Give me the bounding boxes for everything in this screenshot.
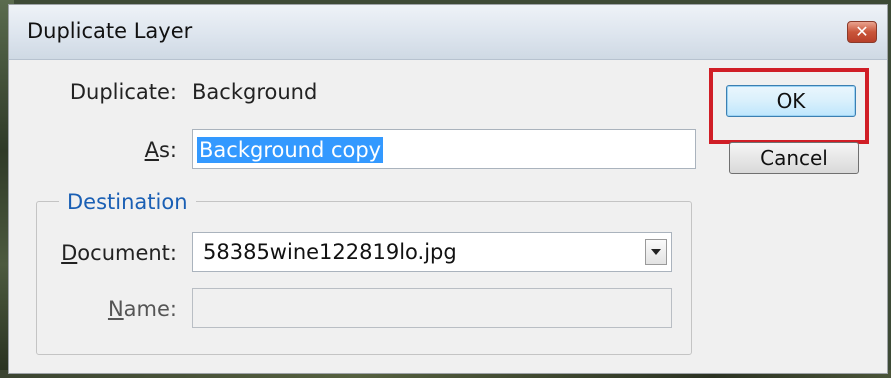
as-input-selected-text: Background copy [197, 137, 384, 163]
close-icon: ✕ [855, 22, 869, 41]
document-label: Document: [49, 241, 177, 265]
as-label: As: [109, 138, 177, 162]
as-label-accel: A [144, 138, 159, 162]
duplicate-label: Duplicate: [69, 80, 177, 104]
document-label-accel: D [61, 241, 78, 265]
dialog-title: Duplicate Layer [27, 19, 193, 43]
document-select[interactable]: 58385wine122819lo.jpg [192, 232, 672, 272]
ok-button[interactable]: OK [726, 85, 856, 117]
title-bar: Duplicate Layer ✕ [9, 5, 887, 60]
chevron-down-icon[interactable] [645, 239, 667, 265]
document-label-rest: ocument: [77, 241, 177, 265]
duplicate-value: Background [192, 80, 318, 104]
name-label-rest: ame: [123, 297, 177, 321]
as-label-rest: s: [158, 138, 177, 162]
duplicate-layer-dialog: Duplicate Layer ✕ Duplicate: Background … [8, 4, 888, 374]
cancel-button[interactable]: Cancel [729, 142, 859, 174]
name-label-accel: N [107, 297, 124, 321]
document-select-value: 58385wine122819lo.jpg [203, 240, 457, 264]
as-input[interactable]: Background copy [192, 129, 696, 169]
close-button[interactable]: ✕ [847, 21, 877, 43]
name-input [192, 288, 672, 328]
destination-legend: Destination [59, 190, 196, 214]
dialog-body: Duplicate: Background As: Background cop… [9, 60, 887, 373]
destination-group [36, 201, 692, 355]
name-label: Name: [99, 297, 177, 321]
